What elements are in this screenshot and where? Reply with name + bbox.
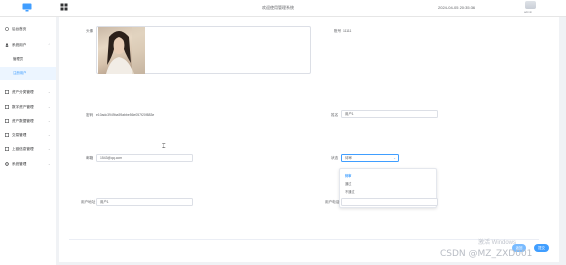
sidebar-item-trade[interactable]: 交易管理 ⌄ — [0, 128, 56, 142]
chevron-down-icon: ⌄ — [48, 162, 51, 166]
avatar-image — [98, 27, 145, 74]
grid-icon — [5, 90, 9, 94]
chevron-down-icon: ⌄ — [393, 156, 396, 160]
edit-form-panel: 头像 账号 11111 密码 e10adc3949ba59abbe56e057f… — [59, 17, 559, 262]
phone-field[interactable] — [341, 198, 438, 206]
submit-button[interactable]: 提交 — [534, 244, 549, 252]
phone-label: 用户电话 — [325, 200, 340, 204]
sidebar-subitem-label: 注册用户 — [13, 71, 27, 75]
sidebar-subitem-admins[interactable]: 管理员 — [0, 53, 56, 66]
system-title: 欢迎使用管理系统 — [262, 5, 294, 10]
gear-icon — [5, 162, 9, 166]
activate-windows-watermark: 激活 Windows — [478, 240, 517, 246]
monitor-logo-icon — [22, 3, 32, 12]
sidebar-subitem-registered-users[interactable]: 注册用户 — [0, 67, 56, 80]
status-option-pending[interactable]: 待审 — [345, 173, 351, 178]
user-avatar[interactable] — [525, 1, 536, 9]
account-label: 账号 — [334, 29, 342, 33]
sidebar-item-digital-asset[interactable]: 数字资产管理 ⌄ — [0, 100, 56, 114]
sidebar-subitem-label: 管理员 — [13, 57, 24, 61]
sidebar-item-system-settings[interactable]: 系统管理 ⌄ — [0, 157, 56, 171]
grid-icon — [5, 119, 9, 123]
top-bar: 欢迎使用管理系统 2024-04-05 20:35:36 admin — [0, 0, 566, 17]
divider — [69, 239, 539, 240]
sidebar-item-label: 资产分类管理 — [12, 90, 34, 94]
current-datetime: 2024-04-05 20:35:36 — [438, 5, 476, 10]
status-option-approved[interactable]: 通过 — [345, 181, 351, 186]
sidebar-item-label: 数字资产管理 — [12, 105, 34, 109]
email-label: 邮箱 — [86, 156, 94, 160]
name-label: 姓名 — [331, 113, 339, 117]
chevron-down-icon: ⌄ — [48, 133, 51, 137]
mouse-cursor-icon: ⌶ — [162, 144, 166, 150]
status-option-rejected[interactable]: 不通过 — [345, 189, 355, 194]
password-value: e10adc3949ba59abbe56e057f20f883e — [96, 113, 155, 117]
user-name[interactable]: admin — [524, 10, 532, 14]
sidebar-item-home[interactable]: 后台首页 — [0, 22, 56, 36]
chevron-down-icon: ⌄ — [48, 105, 51, 109]
sidebar-item-system-users[interactable]: 系统用户 ⌃ — [0, 38, 56, 52]
status-label: 状态 — [331, 156, 339, 160]
sidebar-item-chain-info[interactable]: 上链信息管理 ⌄ — [0, 142, 56, 156]
grid-icon — [5, 147, 9, 151]
home-icon — [5, 27, 9, 31]
address-label: 用户地址 — [81, 200, 96, 204]
sidebar-item-label: 系统管理 — [12, 162, 27, 166]
chevron-up-icon: ⌃ — [48, 43, 51, 47]
sidebar-item-label: 上链信息管理 — [12, 147, 34, 151]
sidebar-item-asset-data[interactable]: 资产数据管理 ⌄ — [0, 114, 56, 128]
chevron-down-icon: ⌄ — [48, 119, 51, 123]
sidebar: 后台首页 系统用户 ⌃ 管理员 注册用户 资产分类管理 ⌄ 数字资产管理 ⌄ 资… — [0, 17, 56, 265]
sidebar-item-asset-category[interactable]: 资产分类管理 ⌄ — [0, 85, 56, 99]
sidebar-item-label: 后台首页 — [12, 27, 27, 31]
email-field[interactable]: 1543@qq.com — [96, 154, 193, 162]
chevron-down-icon: ⌄ — [48, 90, 51, 94]
menu-toggle-icon[interactable] — [60, 3, 68, 11]
sidebar-item-label: 交易管理 — [12, 133, 27, 137]
chevron-down-icon: ⌄ — [48, 147, 51, 151]
account-value: 11111 — [343, 29, 352, 33]
grid-icon — [5, 105, 9, 109]
address-field[interactable]: 用户1 — [96, 198, 193, 206]
name-field[interactable]: 用户1 — [341, 110, 438, 118]
person-icon — [5, 43, 9, 47]
sidebar-item-label: 资产数据管理 — [12, 119, 34, 123]
password-label: 密码 — [86, 113, 94, 117]
status-select[interactable]: 待审 ⌄ — [341, 154, 399, 162]
csdn-watermark: CSDN @MZ_ZXD001 — [440, 249, 533, 259]
status-select-value: 待审 — [345, 156, 352, 160]
avatar-label: 头像 — [86, 29, 94, 33]
sidebar-item-label: 系统用户 — [12, 43, 27, 47]
grid-icon — [5, 133, 9, 137]
